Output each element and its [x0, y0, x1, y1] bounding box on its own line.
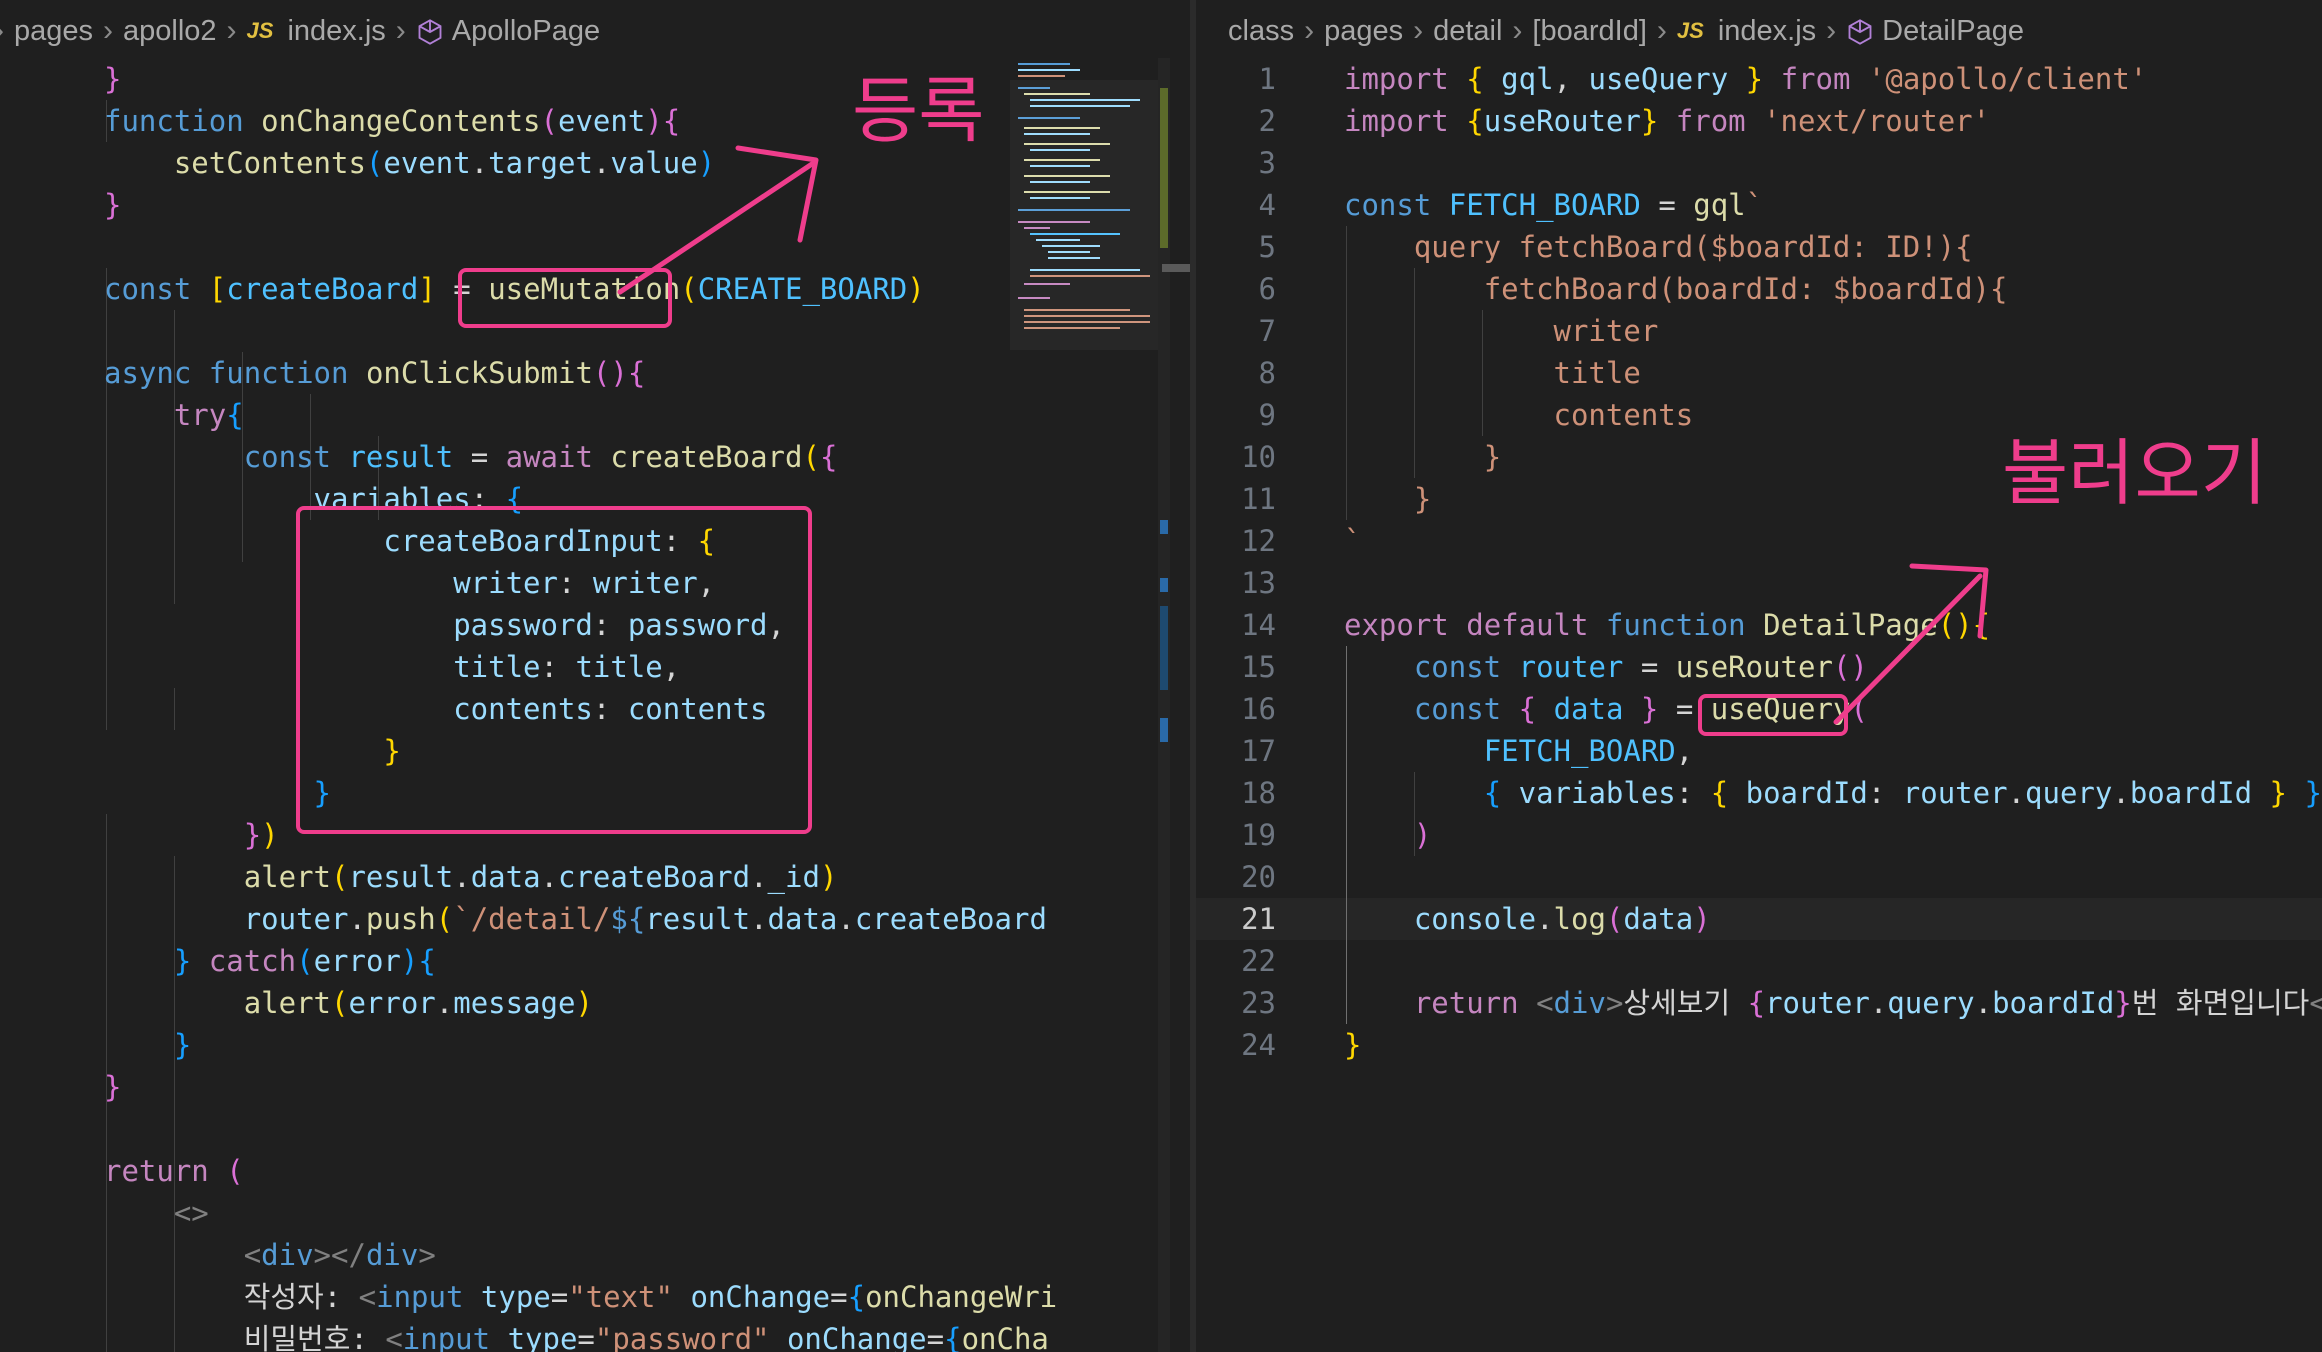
code-line: 비밀번호: <input type="password" onChange={o… — [243, 1322, 1049, 1352]
code-line: alert(result.data.createBoard._id) — [243, 860, 838, 894]
scrollbar-marker — [1160, 520, 1168, 534]
code-line: ) — [1413, 818, 1432, 852]
code-line: return ( — [104, 1154, 244, 1188]
code-line: alert(error.message) — [243, 986, 593, 1020]
code-line: try{ — [173, 398, 244, 432]
code-line: router.push(`/detail/${result.data.creat… — [243, 902, 1047, 936]
left-editor-pane[interactable]: › pages › apollo2 › JSindex.js › ApolloP… — [0, 0, 1190, 1352]
code-line: <> — [173, 1196, 209, 1230]
code-line: <div></div> — [243, 1238, 436, 1272]
scrollbar-marker — [1160, 606, 1168, 690]
overview-ruler-mark — [1162, 264, 1190, 272]
code-line: } catch(error){ — [173, 944, 436, 978]
right-editor-pane[interactable]: class › pages › detail › [boardId] › JS i… — [1196, 0, 2322, 1352]
code-line: } — [173, 1028, 192, 1062]
annotation-arrow-icon — [1833, 563, 1989, 725]
highlight-box-variables — [296, 506, 812, 834]
code-line: } — [104, 1070, 122, 1104]
scrollbar-marker — [1160, 718, 1168, 742]
code-line-active: console.log(data) — [1413, 902, 1711, 936]
minimap-preview — [1010, 58, 1160, 358]
code-line: const result = await createBoard({ — [243, 440, 838, 474]
scrollbar-thumb[interactable] — [1160, 88, 1168, 248]
code-line: } — [1344, 1028, 1362, 1062]
scrollbar[interactable] — [1158, 58, 1170, 1352]
code-line: 작성자: <input type="text" onChange={onChan… — [243, 1280, 1058, 1314]
scrollbar-marker — [1160, 578, 1168, 592]
code-line: return <div>상세보기 {router.query.boardId}번… — [1413, 986, 2322, 1020]
minimap[interactable] — [1010, 58, 1160, 358]
